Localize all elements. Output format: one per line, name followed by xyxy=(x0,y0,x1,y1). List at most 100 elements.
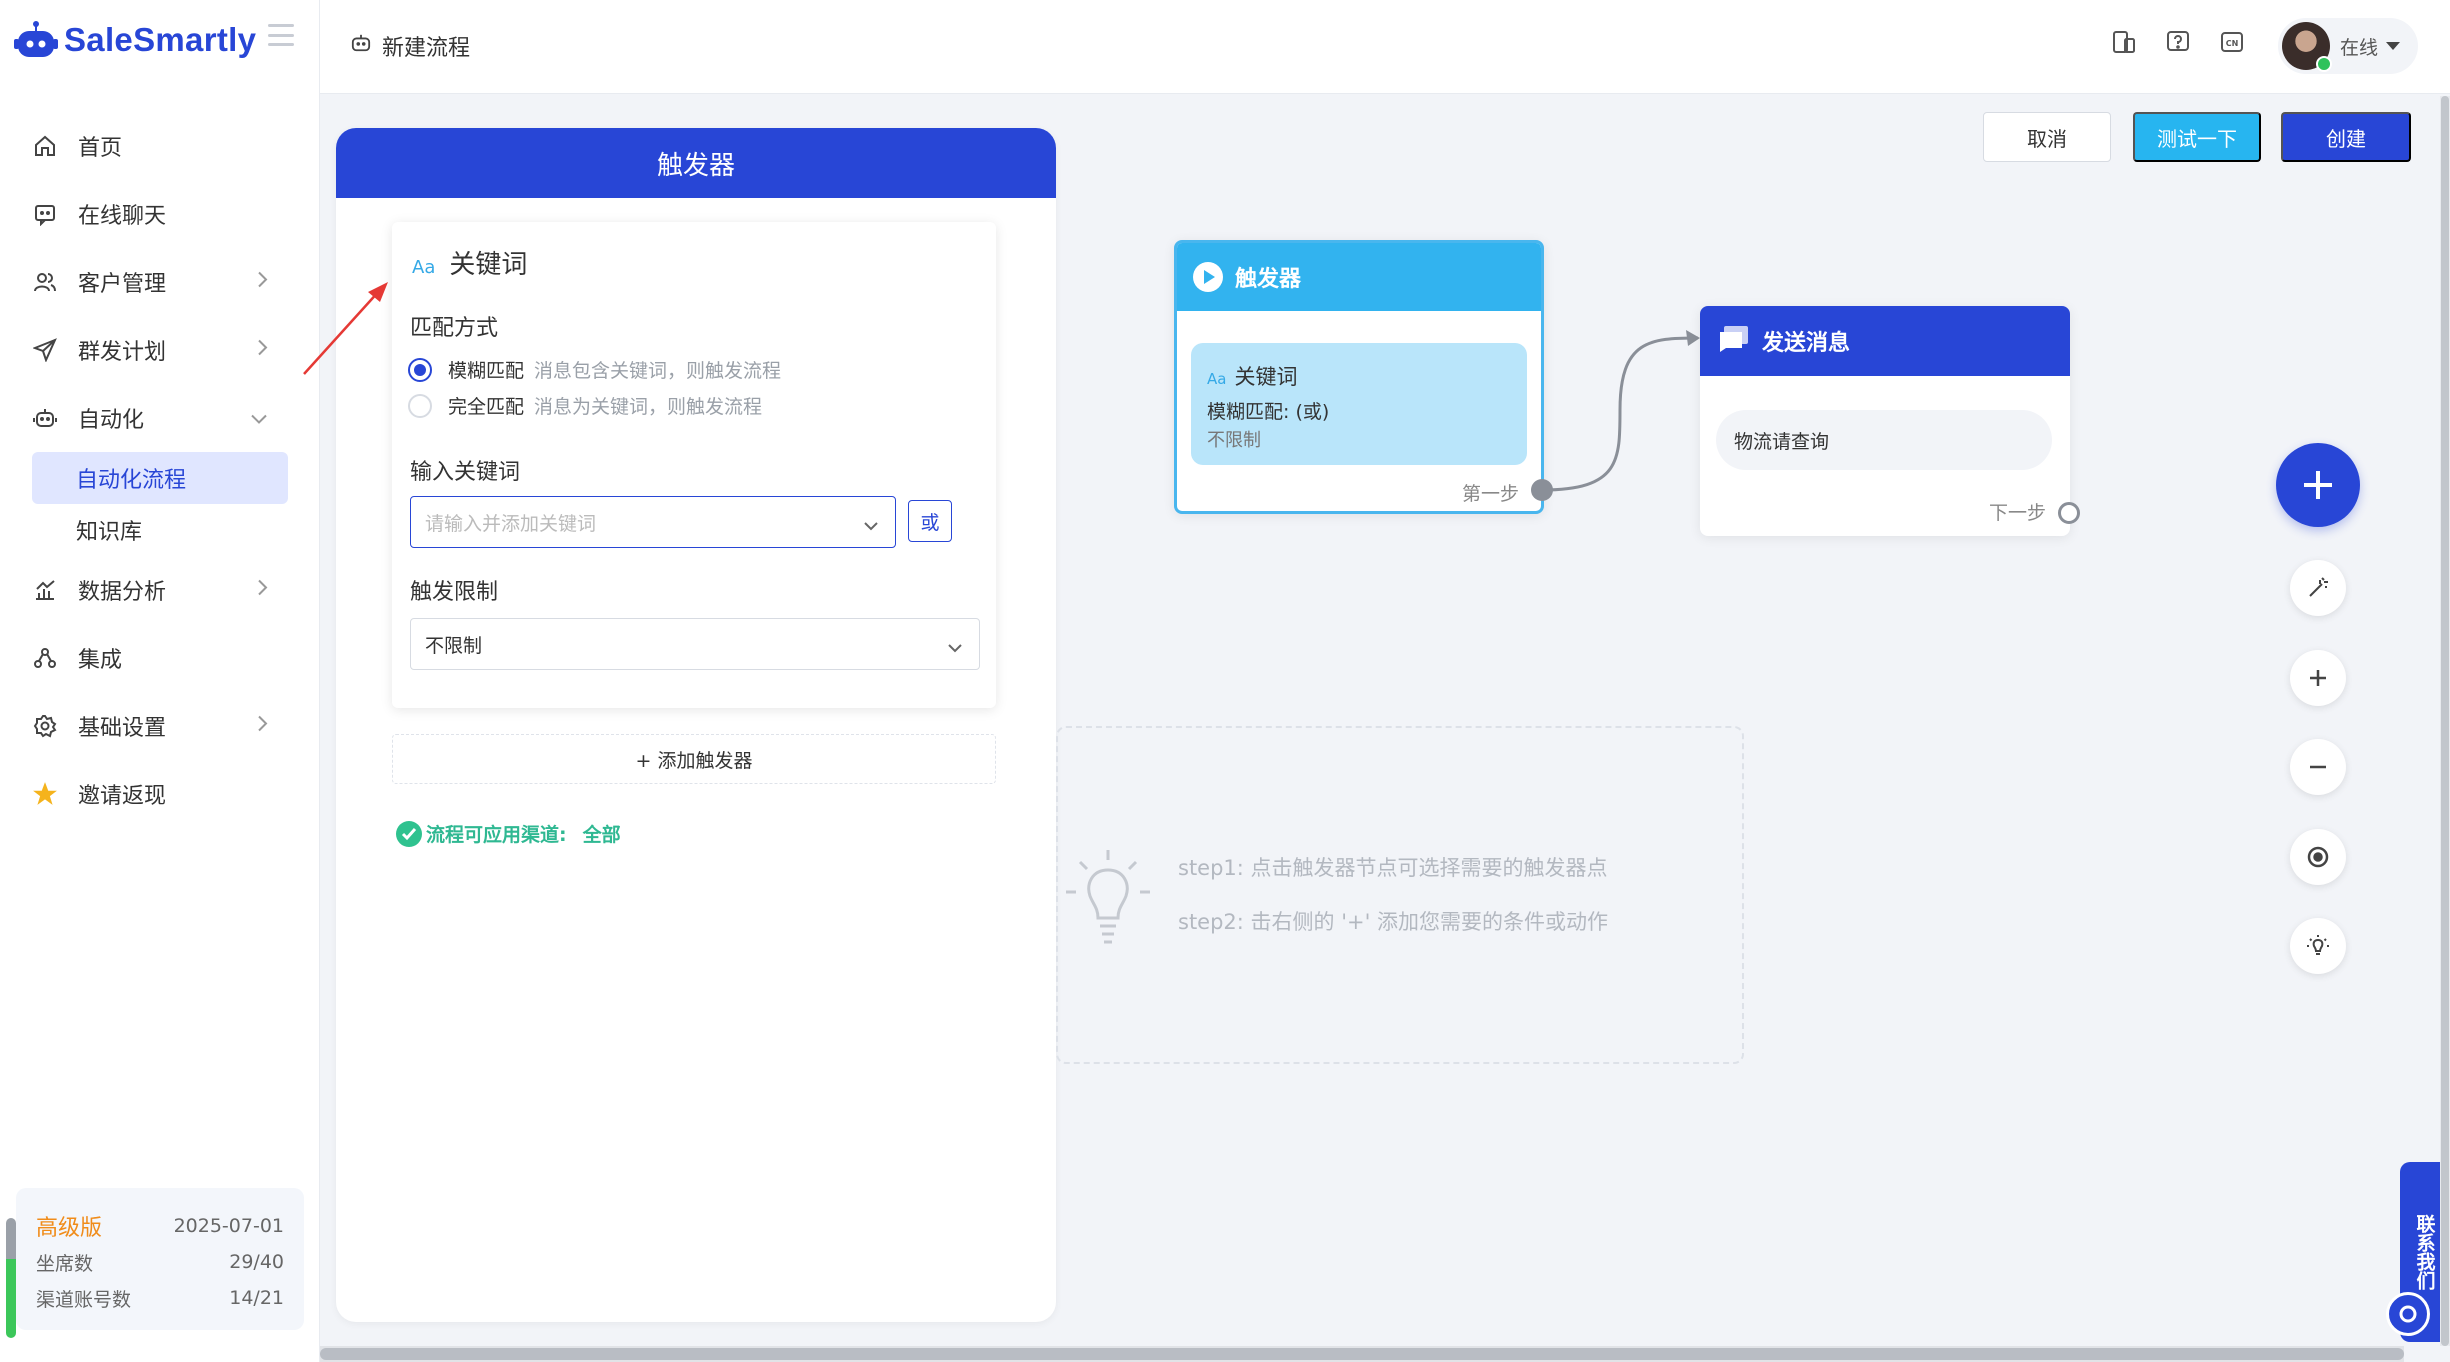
plus-icon xyxy=(2304,471,2332,499)
channel-value[interactable]: 全部 xyxy=(583,820,621,847)
zoom-out-button[interactable] xyxy=(2290,739,2346,795)
center-view-button[interactable] xyxy=(2290,829,2346,885)
sidebar-item-customers[interactable]: 客户管理 xyxy=(0,248,320,316)
sidebar-item-label: 数据分析 xyxy=(78,580,167,605)
plan-row-channels: 渠道账号数 14/21 xyxy=(36,1280,284,1316)
usage-indicator xyxy=(6,1218,16,1338)
trigger-output-port[interactable] xyxy=(1531,479,1553,501)
support-chat-icon[interactable] xyxy=(2386,1292,2430,1336)
magic-wand-icon xyxy=(2309,577,2328,597)
vertical-scrollbar[interactable] xyxy=(2440,96,2450,1346)
option-hint: 消息包含关键词，则触发流程 xyxy=(534,360,782,382)
cancel-button[interactable]: 取消 xyxy=(1983,112,2111,162)
horizontal-scroll-thumb[interactable] xyxy=(320,1348,2404,1360)
sidebar-item-integration[interactable]: 集成 xyxy=(0,624,320,692)
sidebar-subitem-automation-flow[interactable]: 自动化流程 xyxy=(32,452,288,504)
radio-fuzzy[interactable] xyxy=(408,357,432,382)
tips-button[interactable] xyxy=(2290,918,2346,974)
message-node-content[interactable]: 物流请查询 xyxy=(1716,410,2052,470)
app-logo[interactable]: SaleSmartly xyxy=(14,18,256,62)
message-output-port[interactable] xyxy=(2058,502,2080,524)
message-node-title: 发送消息 xyxy=(1762,331,1851,356)
sidebar-item-label: 在线聊天 xyxy=(78,204,167,229)
option-main: 模糊匹配 xyxy=(448,360,525,382)
sidebar-item-broadcast[interactable]: 群发计划 xyxy=(0,316,320,384)
test-button[interactable]: 测试一下 xyxy=(2133,112,2261,162)
channel-label: 流程可应用渠道: xyxy=(426,824,567,846)
vertical-scroll-thumb[interactable] xyxy=(2441,96,2449,1346)
send-message-node[interactable]: 发送消息 物流请查询 下一步 xyxy=(1700,306,2070,536)
sidebar-item-label: 邀请返现 xyxy=(78,784,167,809)
trigger-node[interactable]: 触发器 Aa 关键词 模糊匹配: (或) 不限制 第一步 xyxy=(1174,240,1544,514)
sidebar-item-settings[interactable]: 基础设置 xyxy=(0,692,320,760)
check-circle-icon xyxy=(396,820,422,847)
channels-value: 14/21 xyxy=(229,1287,284,1309)
sidebar-item-referral[interactable]: 邀请返现 xyxy=(0,760,320,828)
sidebar-item-automation[interactable]: 自动化 xyxy=(0,384,320,452)
sidebar-item-analytics[interactable]: 数据分析 xyxy=(0,556,320,624)
gear-icon xyxy=(32,713,58,739)
lightbulb-icon xyxy=(2307,935,2329,955)
text-aa-icon: Aa xyxy=(1207,370,1227,388)
robot-logo-icon xyxy=(14,20,58,60)
chat-icon xyxy=(32,201,58,227)
target-icon xyxy=(2307,846,2329,868)
chevron-down-icon xyxy=(250,406,268,431)
sidebar-item-chat[interactable]: 在线聊天 xyxy=(0,180,320,248)
plan-expiry: 2025-07-01 xyxy=(173,1215,284,1237)
users-icon xyxy=(32,269,58,295)
page-title-text: 新建流程 xyxy=(382,36,471,61)
collapse-menu-icon[interactable] xyxy=(268,24,294,46)
sidebar-item-label: 客户管理 xyxy=(78,272,167,297)
horizontal-scrollbar[interactable] xyxy=(320,1346,2404,1362)
or-button[interactable]: 或 xyxy=(908,500,952,542)
trigger-node-header: 触发器 xyxy=(1177,243,1541,311)
svg-text:CN: CN xyxy=(2226,39,2239,48)
sidebar: SaleSmartly 首页 在线聊天 客户管理 群发计划 自动化 自动化流程 … xyxy=(0,0,320,1362)
trigger-limit-select[interactable]: 不限制 xyxy=(410,618,980,670)
sidebar-item-label: 首页 xyxy=(78,136,123,161)
create-button[interactable]: 创建 xyxy=(2281,112,2411,162)
keyword-trigger-card: Aa 关键词 匹配方式 模糊匹配 消息包含关键词，则触发流程 完全匹配 消息为关… xyxy=(392,222,996,708)
online-dot xyxy=(2316,56,2332,72)
trigger-panel: 触发器 Aa 关键词 匹配方式 模糊匹配 消息包含关键词，则触发流程 完全匹配 … xyxy=(336,128,1056,1322)
message-icon xyxy=(1718,324,1750,358)
flow-connector xyxy=(1541,330,1700,492)
text-aa-icon: Aa xyxy=(412,257,436,278)
trigger-limit-value: 不限制 xyxy=(425,634,483,657)
user-status: 在线 xyxy=(2340,36,2379,59)
chart-icon xyxy=(32,577,58,603)
trigger-node-keyword: 关键词 xyxy=(1234,365,1298,389)
page-title: 新建流程 xyxy=(350,30,470,62)
radio-exact[interactable] xyxy=(408,393,432,418)
plan-row-tier: 高级版 2025-07-01 xyxy=(36,1208,284,1244)
match-option-exact[interactable]: 完全匹配 消息为关键词，则触发流程 xyxy=(408,392,762,419)
trigger-node-body[interactable]: Aa 关键词 模糊匹配: (或) 不限制 xyxy=(1191,343,1527,465)
chevron-right-icon xyxy=(256,338,268,363)
robot-icon xyxy=(32,405,58,431)
trigger-limit-label: 触发限制 xyxy=(410,580,499,605)
sidebar-item-home[interactable]: 首页 xyxy=(0,112,320,180)
auto-layout-button[interactable] xyxy=(2290,560,2346,616)
star-icon xyxy=(32,781,58,807)
zoom-in-button[interactable] xyxy=(2290,650,2346,706)
option-hint: 消息为关键词，则触发流程 xyxy=(534,396,763,418)
match-option-fuzzy[interactable]: 模糊匹配 消息包含关键词，则触发流程 xyxy=(408,356,781,383)
help-icon[interactable] xyxy=(2164,28,2192,56)
message-node-header: 发送消息 xyxy=(1700,306,2070,376)
user-menu[interactable]: 在线 xyxy=(2278,18,2418,74)
keyword-input[interactable]: 请输入并添加关键词 xyxy=(410,496,896,548)
plus-icon xyxy=(2310,670,2326,686)
guide-box: step1: 点击触发器节点可选择需要的触发器点 step2: 击右侧的 '+'… xyxy=(1056,726,1744,1064)
trigger-node-title: 触发器 xyxy=(1235,267,1302,292)
add-node-button[interactable] xyxy=(2276,443,2360,527)
send-icon xyxy=(32,337,58,363)
annotation-arrow-icon xyxy=(303,282,388,375)
sidebar-subitem-knowledge-base[interactable]: 知识库 xyxy=(0,504,320,556)
sidebar-nav: 首页 在线聊天 客户管理 群发计划 自动化 自动化流程 知识库 数据分析 集成 … xyxy=(0,112,320,828)
trigger-panel-title: 触发器 xyxy=(336,128,1056,198)
match-mode-label: 匹配方式 xyxy=(410,316,499,341)
language-icon[interactable]: CN xyxy=(2218,28,2246,56)
devices-icon[interactable] xyxy=(2110,28,2138,56)
add-trigger-button[interactable]: + 添加触发器 xyxy=(392,734,996,784)
